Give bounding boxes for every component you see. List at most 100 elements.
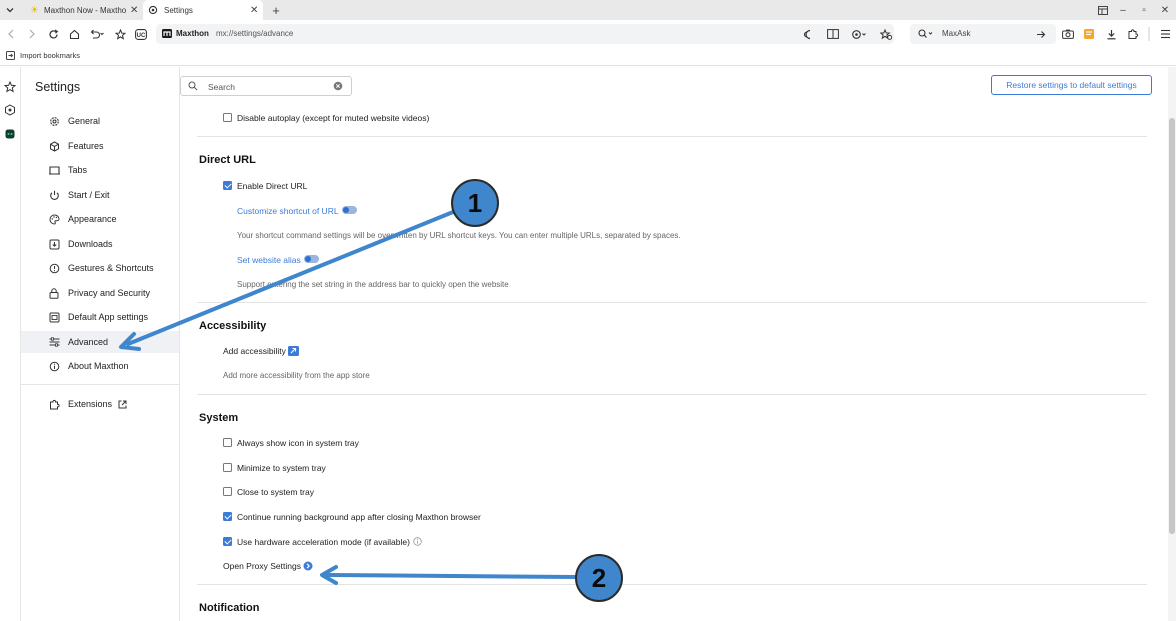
system-tray-icon-checkbox[interactable] bbox=[223, 438, 232, 447]
open-external-icon[interactable] bbox=[288, 346, 299, 356]
nav-item-tabs[interactable]: Tabs bbox=[21, 159, 179, 181]
app-icon bbox=[47, 310, 61, 324]
site-identity[interactable]: Maxthon bbox=[162, 29, 209, 38]
nav-divider bbox=[21, 384, 179, 385]
undo-close-icon[interactable] bbox=[86, 20, 108, 48]
star-icon[interactable] bbox=[110, 20, 130, 48]
set-website-alias-link[interactable]: Set website alias bbox=[237, 255, 301, 265]
nav-item-label: About Maxthon bbox=[68, 361, 129, 371]
section-divider bbox=[197, 584, 1147, 585]
section-divider bbox=[197, 302, 1147, 303]
tracker-blocker-icon[interactable] bbox=[848, 20, 870, 48]
reload-icon[interactable] bbox=[43, 20, 63, 48]
minimize-to-tray-checkbox[interactable] bbox=[223, 463, 232, 472]
toolbar-separator bbox=[1145, 20, 1153, 48]
import-bookmarks-link[interactable]: Import bookmarks bbox=[6, 51, 80, 60]
nav-item-label: Extensions bbox=[68, 399, 113, 409]
customize-shortcut-toggle[interactable] bbox=[342, 206, 357, 214]
clear-search-icon[interactable] bbox=[333, 81, 343, 91]
search-placeholder: MaxAsk bbox=[942, 29, 971, 38]
enable-direct-url-label: Enable Direct URL bbox=[237, 181, 308, 191]
system-option-label: Use hardware acceleration mode (if avail… bbox=[237, 537, 410, 547]
nav-item-label: Features bbox=[68, 141, 104, 151]
address-toolbar: UC Maxthon mx://settings/advance MaxAsk bbox=[0, 20, 1176, 48]
website-alias-description: Support entering the set string in the a… bbox=[237, 280, 509, 289]
add-accessibility-label[interactable]: Add accessibility bbox=[223, 346, 286, 356]
ai-assistant-icon[interactable] bbox=[2, 102, 18, 118]
proxy-arrow-icon[interactable] bbox=[303, 561, 313, 571]
nav-item-appearance[interactable]: Appearance bbox=[21, 208, 179, 230]
restore-defaults-button[interactable]: Restore settings to default settings bbox=[991, 75, 1152, 95]
nav-item-general[interactable]: General bbox=[21, 110, 179, 132]
close-tab-icon[interactable]: ✕ bbox=[130, 5, 138, 16]
nav-item-gestures-shortcuts[interactable]: Gestures & Shortcuts bbox=[21, 257, 179, 279]
downloads-icon[interactable] bbox=[1101, 20, 1121, 48]
website-alias-toggle[interactable] bbox=[304, 255, 319, 263]
notes-icon[interactable] bbox=[1079, 20, 1099, 48]
gear-icon bbox=[47, 114, 61, 128]
url-text: mx://settings/advance bbox=[216, 29, 294, 38]
back-icon[interactable] bbox=[1, 20, 21, 48]
chat-app-icon[interactable] bbox=[2, 126, 18, 142]
nav-item-label: Downloads bbox=[68, 239, 113, 249]
nav-item-about[interactable]: About Maxthon bbox=[21, 355, 179, 377]
background-app-checkbox[interactable] bbox=[223, 512, 232, 521]
tab-menu-icon[interactable] bbox=[1092, 0, 1114, 20]
search-engine-icon[interactable] bbox=[918, 29, 936, 39]
minimize-icon[interactable]: – bbox=[1112, 0, 1134, 20]
nav-item-label: Gestures & Shortcuts bbox=[68, 263, 154, 273]
voice-read-icon[interactable] bbox=[799, 20, 819, 48]
annotation-badge-2: 2 bbox=[575, 554, 623, 602]
new-tab-icon[interactable]: + bbox=[265, 0, 287, 20]
enable-direct-url-checkbox[interactable] bbox=[223, 181, 232, 190]
disable-autoplay-label: Disable autoplay (except for muted websi… bbox=[237, 113, 430, 123]
reader-mode-icon[interactable] bbox=[823, 20, 843, 48]
forward-icon[interactable] bbox=[22, 20, 42, 48]
svg-text:UC: UC bbox=[137, 33, 146, 39]
restore-window-icon[interactable]: ▫ bbox=[1133, 0, 1155, 20]
tab-list-chevron-icon[interactable] bbox=[0, 0, 20, 20]
scrollbar-thumb[interactable] bbox=[1169, 118, 1175, 534]
customize-shortcut-link[interactable]: Customize shortcut of URL bbox=[237, 206, 339, 216]
tab-settings[interactable]: Settings ✕ bbox=[143, 0, 263, 20]
nav-item-label: Start / Exit bbox=[68, 190, 110, 200]
extensions-puzzle-icon[interactable] bbox=[1123, 20, 1143, 48]
search-icon bbox=[188, 81, 198, 91]
close-tab-icon[interactable]: ✕ bbox=[250, 5, 258, 16]
favorites-star-icon[interactable] bbox=[2, 79, 18, 95]
uc-icon[interactable]: UC bbox=[131, 20, 151, 48]
menu-icon[interactable] bbox=[1155, 20, 1175, 48]
settings-content: Search Restore settings to default setti… bbox=[180, 67, 1168, 621]
sun-icon: ☀ bbox=[30, 4, 39, 16]
nav-item-advanced[interactable]: Advanced bbox=[21, 331, 179, 353]
close-window-icon[interactable]: ✕ bbox=[1154, 0, 1176, 20]
bookmarks-bar: Import bookmarks bbox=[0, 48, 1176, 66]
settings-search-input[interactable]: Search bbox=[180, 76, 352, 96]
tab-strip: ☀ Maxthon Now - Maxtho ✕ Settings ✕ + – … bbox=[0, 0, 1176, 20]
go-arrow-icon[interactable] bbox=[1031, 20, 1051, 48]
open-proxy-settings-label[interactable]: Open Proxy Settings bbox=[223, 561, 301, 571]
gear-icon bbox=[148, 5, 158, 15]
nav-item-features[interactable]: Features bbox=[21, 135, 179, 157]
info-icon[interactable] bbox=[413, 537, 422, 546]
disable-autoplay-checkbox[interactable] bbox=[223, 113, 232, 122]
home-icon[interactable] bbox=[64, 20, 84, 48]
hardware-acceleration-checkbox[interactable] bbox=[223, 537, 232, 546]
favorites-icon[interactable] bbox=[876, 20, 896, 48]
direct-url-heading: Direct URL bbox=[199, 154, 256, 166]
nav-item-downloads[interactable]: Downloads bbox=[21, 233, 179, 255]
nav-item-extensions[interactable]: Extensions bbox=[21, 393, 179, 415]
nav-item-default-app[interactable]: Default App settings bbox=[21, 306, 179, 328]
palette-icon bbox=[47, 212, 61, 226]
tab-maxthon-now[interactable]: ☀ Maxthon Now - Maxtho ✕ bbox=[22, 0, 142, 20]
external-link-icon bbox=[118, 400, 127, 409]
nav-item-privacy-security[interactable]: Privacy and Security bbox=[21, 282, 179, 304]
section-divider bbox=[197, 394, 1147, 395]
maxthon-logo-icon bbox=[162, 29, 172, 38]
close-to-tray-checkbox[interactable] bbox=[223, 487, 232, 496]
address-bar[interactable]: Maxthon mx://settings/advance bbox=[156, 24, 894, 44]
screenshot-icon[interactable] bbox=[1058, 20, 1078, 48]
tab-icon bbox=[47, 163, 61, 177]
gesture-icon bbox=[47, 261, 61, 275]
nav-item-start-exit[interactable]: Start / Exit bbox=[21, 184, 179, 206]
